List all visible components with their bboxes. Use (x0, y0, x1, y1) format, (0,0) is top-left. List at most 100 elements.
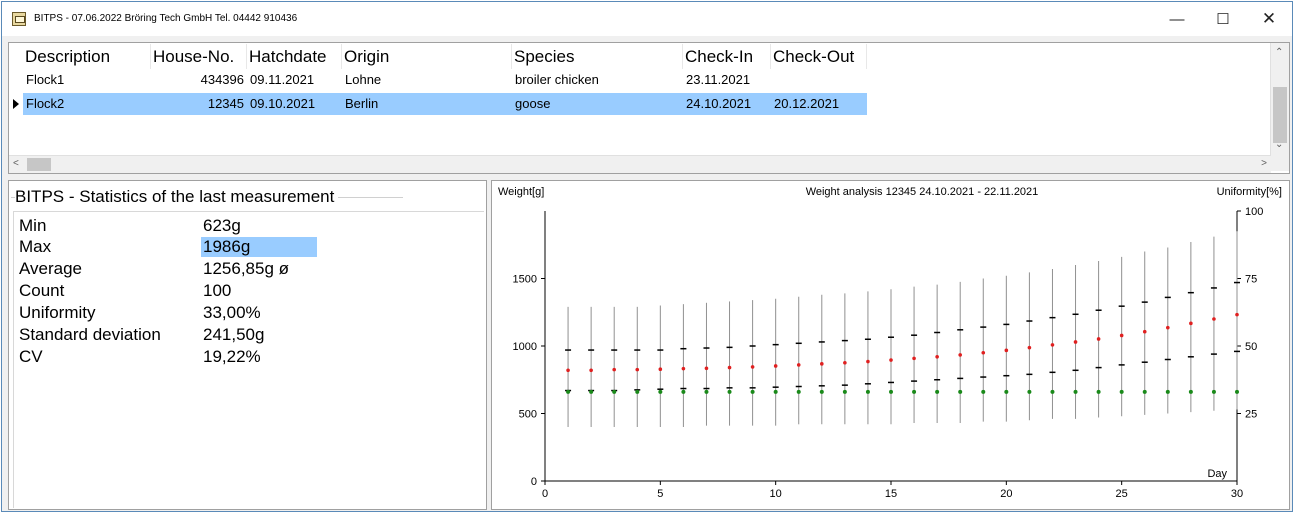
column-header-origin[interactable]: Origin (342, 44, 512, 69)
average-point (912, 356, 916, 361)
y2-tick-label: 75 (1245, 274, 1257, 286)
cell-hatchdate[interactable]: 09.11.2021 (247, 69, 342, 91)
uniformity-point (1188, 389, 1193, 394)
y-tick-label: 0 (531, 476, 537, 488)
stat-label: Max (19, 237, 52, 256)
uniformity-point (1119, 389, 1124, 394)
uniformity-point (1235, 389, 1239, 394)
average-point (773, 364, 778, 368)
cell-house-no[interactable]: 434396 (151, 69, 247, 91)
average-point (1073, 340, 1078, 344)
cell-origin[interactable]: Berlin (342, 93, 512, 115)
maximize-button[interactable]: ☐ (1200, 2, 1246, 36)
stat-label: Uniformity (19, 303, 96, 322)
minimize-button[interactable]: — (1154, 2, 1200, 36)
stat-label: Min (19, 216, 47, 235)
average-point (866, 359, 870, 364)
scroll-up-icon[interactable]: ⌃ (1275, 47, 1283, 58)
y2-tick-label: 50 (1245, 341, 1257, 353)
column-header-check-in[interactable]: Check-In (683, 44, 771, 69)
flock-grid[interactable]: Description House-No. Hatchdate Origin S… (8, 42, 1290, 174)
scroll-down-icon[interactable]: ⌄ (1275, 139, 1283, 150)
uniformity-point (566, 389, 571, 394)
y2-tick-label: 100 (1245, 206, 1263, 218)
x-tick-label: 0 (542, 488, 548, 500)
uniformity-point (796, 389, 801, 394)
cell-origin[interactable]: Lohne (342, 69, 512, 91)
average-point (820, 362, 824, 366)
average-point (704, 366, 709, 371)
vertical-scroll-thumb[interactable] (1273, 87, 1287, 143)
title-bar[interactable]: BITPS - 07.06.2022 Bröring Tech GmbH Tel… (2, 2, 1292, 36)
column-header-check-out[interactable]: Check-Out (771, 44, 867, 69)
uniformity-point (589, 389, 594, 394)
average-point (1235, 312, 1239, 317)
chart-axes: 0500100015002550751000 5 10 15 20 25 30 (513, 206, 1264, 500)
average-point (1189, 321, 1193, 326)
average-point (935, 355, 939, 359)
stat-value: 623g (203, 216, 241, 235)
close-button[interactable]: ✕ (1246, 2, 1292, 36)
horizontal-scroll-thumb[interactable] (27, 158, 51, 171)
x-tick-label: 5 (657, 488, 663, 500)
average-point (635, 367, 640, 372)
average-point (1096, 337, 1101, 341)
column-header-species[interactable]: Species (512, 44, 683, 69)
weight-chart: Weight[g] Weight analysis 12345 24.10.20… (498, 186, 1282, 500)
average-point (589, 368, 593, 373)
cell-check-in[interactable]: 24.10.2021 (683, 93, 771, 115)
average-point (843, 360, 847, 365)
average-point (796, 363, 801, 367)
uniformity-point (704, 389, 709, 394)
cell-species[interactable]: broiler chicken (512, 69, 683, 91)
horizontal-scrollbar[interactable]: < > (9, 155, 1271, 173)
vertical-scrollbar[interactable]: ⌃ ⌄ (1270, 43, 1289, 171)
uniformity-point (658, 389, 663, 394)
cell-check-in[interactable]: 23.11.2021 (683, 69, 771, 91)
cell-house-no[interactable]: 12345 (151, 93, 247, 115)
average-point (750, 365, 755, 369)
row-indicator (9, 69, 23, 91)
column-header-hatchdate[interactable]: Hatchdate (247, 44, 342, 69)
uniformity-point (865, 389, 870, 394)
uniformity-point (912, 389, 917, 394)
cell-description[interactable]: Flock2 (23, 93, 151, 115)
cell-check-out[interactable] (771, 69, 867, 91)
x-tick-label: 15 (885, 488, 897, 500)
stat-value: 33,00% (203, 303, 261, 322)
uniformity-point (1050, 389, 1055, 394)
cell-hatchdate[interactable]: 09.10.2021 (247, 93, 342, 115)
app-icon[interactable] (12, 12, 26, 26)
y-axis-title: Weight[g] (498, 186, 544, 198)
uniformity-point (1027, 389, 1032, 394)
stat-label: Standard deviation (19, 325, 161, 344)
uniformity-point (981, 389, 986, 394)
average-point (681, 366, 686, 371)
uniformity-point (612, 389, 617, 394)
average-point (1212, 317, 1216, 321)
column-header-description[interactable]: Description (23, 44, 151, 69)
average-point (981, 350, 986, 355)
average-point (727, 365, 732, 370)
uniformity-point (889, 389, 893, 394)
stat-value: 241,50g (203, 325, 265, 344)
window-title: BITPS - 07.06.2022 Bröring Tech GmbH Tel… (34, 13, 298, 24)
cell-species[interactable]: goose (512, 93, 683, 115)
weight-chart-panel: Weight[g] Weight analysis 12345 24.10.20… (491, 180, 1290, 510)
scroll-right-icon[interactable]: > (1261, 158, 1267, 169)
x-axis-title: Day (1207, 468, 1227, 480)
cell-check-out[interactable]: 20.12.2021 (771, 93, 867, 115)
stat-value-selected: 1986g (201, 237, 317, 257)
column-header-house-no[interactable]: House-No. (151, 44, 247, 69)
y-tick-label: 500 (519, 409, 537, 421)
average-point (958, 353, 962, 357)
x-tick-label: 20 (1000, 488, 1012, 500)
cell-description[interactable]: Flock1 (23, 69, 151, 91)
x-tick-label: 30 (1231, 488, 1243, 500)
uniformity-point (681, 389, 686, 394)
scroll-left-icon[interactable]: < (13, 158, 19, 169)
uniformity-point (750, 389, 755, 394)
uniformity-point (1004, 389, 1009, 394)
y-tick-label: 1500 (513, 274, 537, 286)
stat-label: Average (19, 259, 83, 278)
